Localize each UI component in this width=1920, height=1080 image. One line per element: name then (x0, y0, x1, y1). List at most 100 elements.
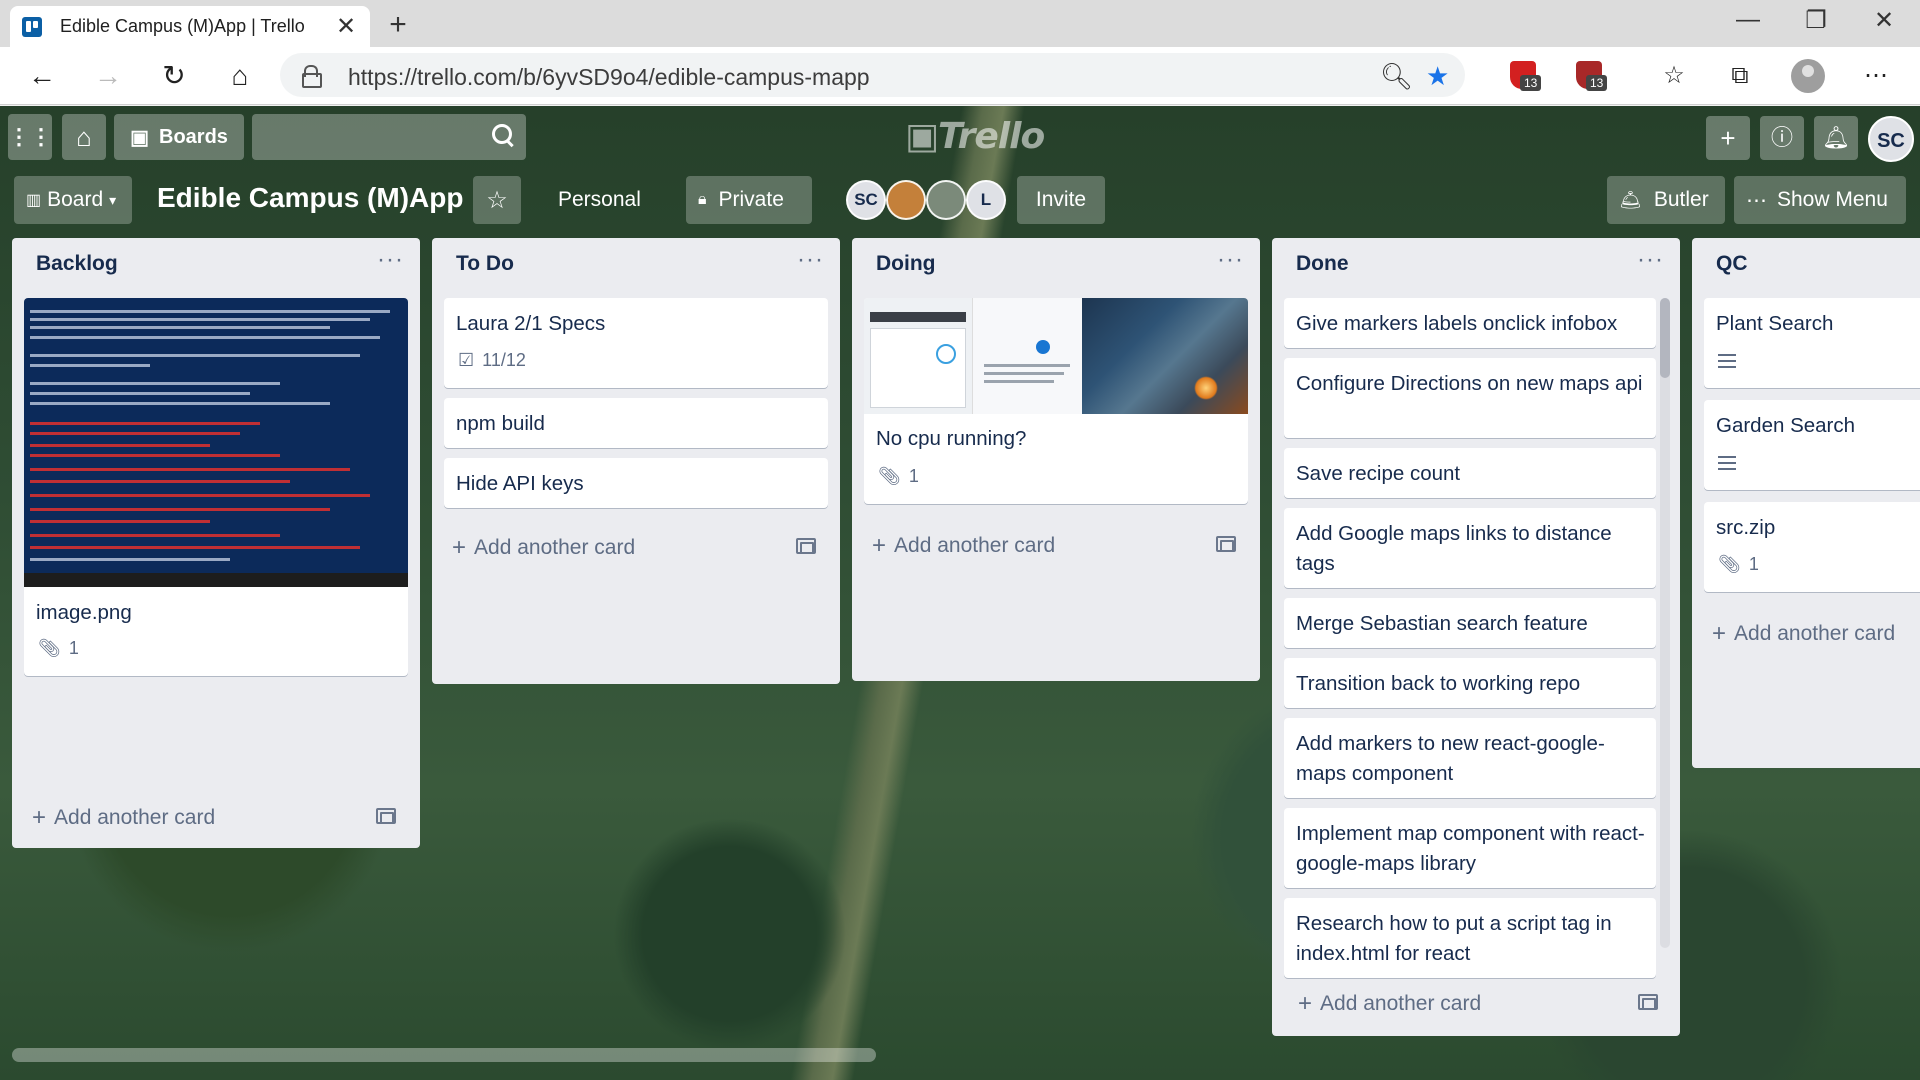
member-avatar-sc[interactable]: SC (846, 180, 886, 220)
tab-close-icon[interactable]: ✕ (334, 12, 358, 41)
new-tab-button[interactable]: + (382, 8, 414, 42)
forward-arrow-icon[interactable]: → (90, 59, 126, 95)
visibility-button[interactable]: 🔒︎ Private (686, 176, 812, 224)
add-card-button[interactable]: + Add another card (32, 804, 215, 832)
home-browser-icon[interactable]: ⌂ (222, 59, 258, 95)
invite-button[interactable]: Invite (1017, 176, 1105, 224)
add-card-button[interactable]: + Add another card (1298, 990, 1481, 1018)
list-title[interactable]: QC (1716, 252, 1748, 276)
extension-shield-icon[interactable]: 13 (1510, 61, 1542, 91)
minimize-window-icon[interactable]: — (1728, 6, 1768, 34)
browser-tab-strip: Edible Campus (M)App | Trello ✕ + — ❐ ✕ (0, 0, 1920, 47)
card-template-icon[interactable] (376, 808, 396, 824)
card-hide-api-keys[interactable]: Hide API keys (444, 458, 828, 508)
board-horizontal-scrollbar[interactable] (12, 1048, 876, 1062)
card-done-2[interactable]: Configure Directions on new maps api (1284, 358, 1656, 438)
card-template-icon[interactable] (1216, 536, 1236, 552)
list-menu-icon[interactable]: ··· (1637, 246, 1664, 274)
card-title: Add Google maps links to distance tags (1296, 522, 1612, 575)
list-scrollbar[interactable] (1660, 298, 1670, 948)
search-icon[interactable] (492, 124, 514, 146)
card-title: Hide API keys (456, 472, 584, 495)
card-title: Garden Search (1716, 414, 1856, 437)
add-card-button[interactable]: + Add another card (1712, 620, 1895, 648)
refresh-icon[interactable]: ↻ (156, 59, 192, 95)
browser-tab[interactable]: Edible Campus (M)App | Trello ✕ (10, 6, 370, 47)
show-menu-button[interactable]: ⋯ Show Menu (1734, 176, 1906, 224)
list-menu-icon[interactable]: ··· (797, 246, 824, 274)
card-laura-specs[interactable]: Laura 2/1 Specs ☑ 11/12 (444, 298, 828, 388)
card-no-cpu-running[interactable]: No cpu running? 📎︎ 1 (864, 298, 1248, 504)
list-title[interactable]: To Do (456, 252, 514, 276)
card-plant-search[interactable]: Plant Search (1704, 298, 1920, 388)
card-template-icon[interactable] (1638, 994, 1658, 1010)
card-image-png[interactable]: image.png 📎︎ 1 (24, 298, 408, 676)
card-done-1[interactable]: Give markers labels onclick infobox (1284, 298, 1656, 348)
list-scrollbar-thumb[interactable] (1660, 298, 1670, 378)
close-window-icon[interactable]: ✕ (1864, 6, 1904, 35)
team-button[interactable]: Personal (546, 176, 653, 224)
list-backlog: Backlog ··· image.png 📎︎ 1 + Add another… (12, 238, 420, 848)
card-title: src.zip (1716, 516, 1776, 539)
lock-icon[interactable] (302, 65, 322, 88)
member-avatar-photo-1[interactable] (886, 180, 926, 220)
checklist-badge: ☑ 11/12 (458, 350, 526, 370)
list-menu-icon[interactable]: ··· (377, 246, 404, 274)
paperclip-icon: 📎︎ (878, 466, 901, 486)
profile-avatar[interactable] (1791, 59, 1825, 93)
apps-grid-icon[interactable]: ⋮⋮ (8, 114, 52, 160)
card-done-6[interactable]: Transition back to working repo (1284, 658, 1656, 708)
card-done-7[interactable]: Add markers to new react-google-maps com… (1284, 718, 1656, 798)
card-cover-image (24, 298, 408, 587)
card-done-5[interactable]: Merge Sebastian search feature (1284, 598, 1656, 648)
card-garden-search[interactable]: Garden Search (1704, 400, 1920, 490)
collections-icon[interactable]: ⧉ (1722, 59, 1758, 95)
trello-header: ⋮⋮ ⌂ ▣ Boards ▣Trello + ⓘ 🔔︎ SC (0, 106, 1920, 162)
card-src-zip[interactable]: src.zip 📎︎ 1 (1704, 502, 1920, 592)
card-done-8[interactable]: Implement map component with react-googl… (1284, 808, 1656, 888)
plus-icon: + (452, 534, 467, 561)
butler-button[interactable]: 🛎︎ Butler (1607, 176, 1725, 224)
card-title: Plant Search (1716, 312, 1834, 335)
trello-logo[interactable]: ▣Trello (905, 116, 1045, 157)
boards-button[interactable]: ▣ Boards (114, 114, 244, 160)
add-card-button[interactable]: + Add another card (872, 532, 1055, 560)
butler-bell-icon: 🛎︎ (1619, 189, 1642, 210)
ellipsis-icon: ⋯ (1746, 188, 1767, 212)
attachment-badge: 📎︎ 1 (1718, 554, 1759, 574)
card-npm-build[interactable]: npm build (444, 398, 828, 448)
star-board-icon[interactable]: ☆ (473, 176, 521, 224)
browser-toolbar: ← → ↻ ⌂ https://trello.com/b/6yvSD9o4/ed… (0, 47, 1920, 105)
address-bar[interactable]: https://trello.com/b/6yvSD9o4/edible-cam… (280, 53, 1465, 97)
list-menu-icon[interactable]: ··· (1217, 246, 1244, 274)
list-title[interactable]: Doing (876, 252, 935, 276)
bell-icon[interactable]: 🔔︎ (1814, 116, 1858, 160)
more-menu-icon[interactable]: ⋯ (1858, 59, 1894, 95)
plus-icon: + (1712, 620, 1727, 647)
add-card-button[interactable]: + Add another card (452, 534, 635, 562)
card-done-4[interactable]: Add Google maps links to distance tags (1284, 508, 1656, 588)
zoom-magnifier-icon[interactable]: 🔍︎ (1380, 61, 1413, 92)
board-title[interactable]: Edible Campus (M)App (157, 182, 463, 214)
member-avatar-photo-2[interactable] (926, 180, 966, 220)
favorite-star-icon[interactable]: ★ (1426, 61, 1449, 92)
user-avatar[interactable]: SC (1868, 116, 1914, 162)
member-avatar-l[interactable]: L (966, 180, 1006, 220)
list-title[interactable]: Done (1296, 252, 1349, 276)
home-icon[interactable]: ⌂ (62, 114, 106, 160)
card-done-3[interactable]: Save recipe count (1284, 448, 1656, 498)
card-done-9[interactable]: Research how to put a script tag in inde… (1284, 898, 1656, 978)
url-text[interactable]: https://trello.com/b/6yvSD9o4/edible-cam… (348, 64, 870, 91)
search-input[interactable] (252, 114, 526, 160)
card-title: Add markers to new react-google-maps com… (1296, 732, 1605, 785)
back-arrow-icon[interactable]: ← (24, 59, 60, 95)
plus-icon[interactable]: + (1706, 116, 1750, 160)
list-title[interactable]: Backlog (36, 252, 118, 276)
info-icon[interactable]: ⓘ (1760, 116, 1804, 160)
extension-shield-2-icon[interactable]: 13 (1576, 61, 1608, 91)
restore-window-icon[interactable]: ❐ (1796, 6, 1836, 35)
board-header: ▥ Board ▾ Edible Campus (M)App ☆ Persona… (0, 176, 1920, 224)
board-view-switcher[interactable]: ▥ Board ▾ (14, 176, 132, 224)
card-template-icon[interactable] (796, 538, 816, 554)
favorites-list-icon[interactable]: ☆ (1656, 59, 1692, 95)
